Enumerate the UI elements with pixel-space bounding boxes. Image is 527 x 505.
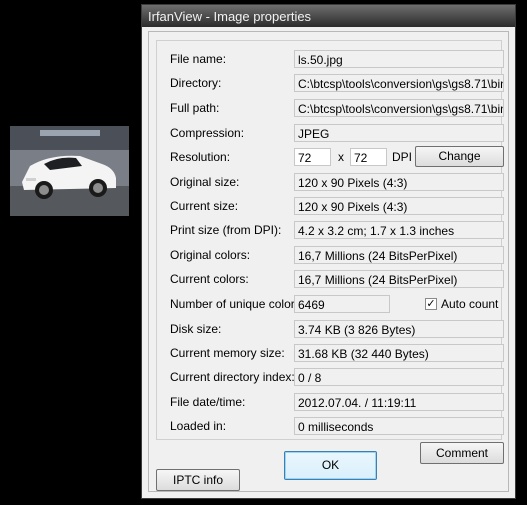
original-colors-label: Original colors: <box>170 248 251 262</box>
window-title: IrfanView - Image properties <box>148 9 312 24</box>
loaded-in-field[interactable]: 0 milliseconds <box>294 417 504 435</box>
image-properties-dialog: IrfanView - Image properties File name: … <box>141 4 516 499</box>
comment-button[interactable]: Comment <box>420 442 504 464</box>
resolution-label: Resolution: <box>170 150 231 164</box>
disk-size-field[interactable]: 3.74 KB (3 826 Bytes) <box>294 320 504 338</box>
properties-group: File name: ls.50.jpg Directory: C:\btcsp… <box>156 40 504 440</box>
print-size-field[interactable]: 4.2 x 3.2 cm; 1.7 x 1.3 inches <box>294 221 504 239</box>
directory-index-field[interactable]: 0 / 8 <box>294 368 504 386</box>
original-colors-field[interactable]: 16,7 Millions (24 BitsPerPixel) <box>294 246 504 264</box>
compression-field[interactable]: JPEG <box>294 124 504 142</box>
current-colors-label: Current colors: <box>170 272 249 286</box>
compression-label: Compression: <box>170 126 245 140</box>
memory-size-label: Current memory size: <box>170 346 285 360</box>
full-path-label: Full path: <box>170 101 220 115</box>
memory-size-field[interactable]: 31.68 KB (32 440 Bytes) <box>294 344 504 362</box>
original-size-label: Original size: <box>170 175 240 189</box>
disk-size-label: Disk size: <box>170 322 222 336</box>
image-thumbnail <box>10 126 129 216</box>
change-button[interactable]: Change <box>415 146 504 167</box>
iptc-info-button[interactable]: IPTC info <box>156 469 240 491</box>
file-name-field[interactable]: ls.50.jpg <box>294 50 504 68</box>
dialog-body: File name: ls.50.jpg Directory: C:\btcsp… <box>148 31 509 492</box>
full-path-field[interactable]: C:\btcsp\tools\conversion\gs\gs8.71\bin\… <box>294 99 504 117</box>
resolution-separator: x <box>338 150 344 164</box>
original-size-field[interactable]: 120 x 90 Pixels (4:3) <box>294 173 504 191</box>
current-colors-field[interactable]: 16,7 Millions (24 BitsPerPixel) <box>294 270 504 288</box>
directory-field[interactable]: C:\btcsp\tools\conversion\gs\gs8.71\bin\ <box>294 74 504 92</box>
current-size-label: Current size: <box>170 199 239 213</box>
resolution-x-input[interactable]: 72 <box>294 148 331 166</box>
directory-index-label: Current directory index: <box>170 370 295 384</box>
print-size-label: Print size (from DPI): <box>170 223 282 237</box>
file-datetime-label: File date/time: <box>170 395 246 409</box>
auto-count-label[interactable]: Auto count <box>441 297 498 311</box>
resolution-unit: DPI <box>392 150 413 164</box>
resolution-y-input[interactable]: 72 <box>350 148 387 166</box>
file-datetime-field[interactable]: 2012.07.04. / 11:19:11 <box>294 393 504 411</box>
car-photo <box>10 126 129 216</box>
auto-count-checkbox[interactable]: ✓ <box>425 298 437 310</box>
directory-label: Directory: <box>170 76 222 90</box>
unique-colors-label: Number of unique colors: <box>170 297 305 311</box>
title-bar[interactable]: IrfanView - Image properties <box>142 5 515 27</box>
loaded-in-label: Loaded in: <box>170 419 227 433</box>
unique-colors-field[interactable]: 6469 <box>294 295 390 313</box>
ok-button[interactable]: OK <box>284 451 377 480</box>
file-name-label: File name: <box>170 52 227 66</box>
current-size-field[interactable]: 120 x 90 Pixels (4:3) <box>294 197 504 215</box>
